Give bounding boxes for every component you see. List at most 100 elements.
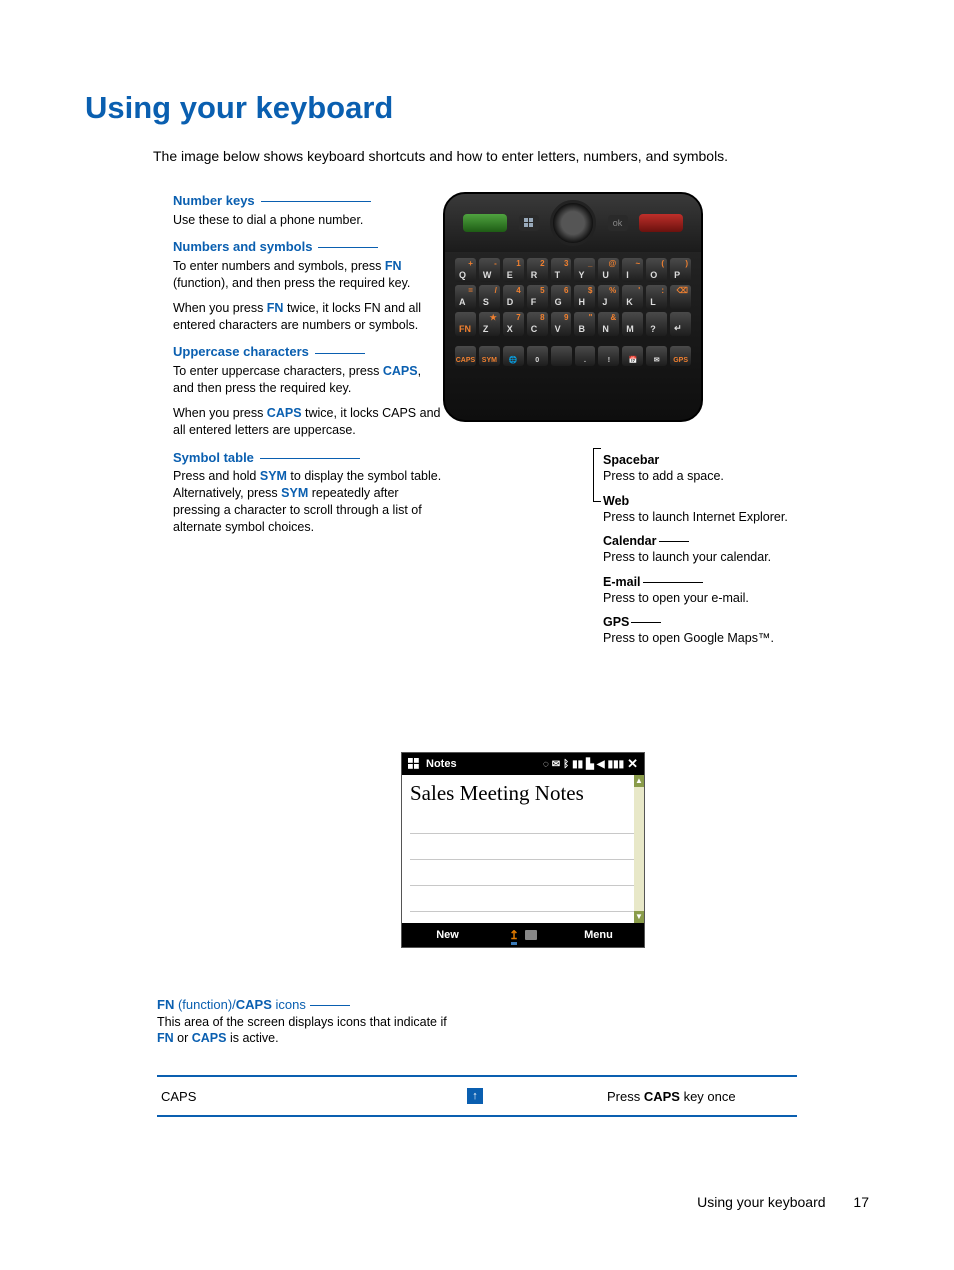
keyboard-diagram: Number keys Use these to dial a phone nu… xyxy=(173,192,869,712)
callout-body: When you press CAPS twice, it locks CAPS… xyxy=(173,405,443,439)
phone-key: 1E xyxy=(503,258,524,282)
callout-body: To enter uppercase characters, press CAP… xyxy=(173,363,443,397)
page-footer: Using your keyboard 17 xyxy=(697,1194,869,1210)
phone-key: 0 xyxy=(527,346,548,366)
end-key xyxy=(639,214,683,232)
call-key xyxy=(463,214,507,232)
callout-title: Number keys xyxy=(173,193,255,208)
signal-icon: ▮▮ xyxy=(572,759,583,770)
phone-key: 6G xyxy=(551,285,572,309)
footer-section: Using your keyboard xyxy=(697,1194,825,1210)
phone-illustration: ok +Q-W1E2R3T_Y@U~I(O)P=A/S4D5F6G$H%J'K:… xyxy=(443,192,703,422)
notes-document-title: Sales Meeting Notes xyxy=(402,775,644,808)
nav-pad xyxy=(550,200,596,246)
note-line xyxy=(410,808,636,834)
callout-symbol-table: Symbol table Press and hold SYM to displ… xyxy=(173,449,443,536)
phone-key: )P xyxy=(670,258,691,282)
callout-email: E-mail Press to open your e-mail. xyxy=(603,574,823,607)
phone-key: 🌐 xyxy=(503,346,524,366)
phone-key: 3T xyxy=(551,258,572,282)
phone-key: 9V xyxy=(551,312,572,336)
callout-gps: GPS Press to open Google Maps™. xyxy=(603,614,823,647)
note-line xyxy=(410,834,636,860)
phone-key: +Q xyxy=(455,258,476,282)
notes-titlebar: Notes ◌ ✉ ᛒ ▮▮ ▙ ◀ ▮▮▮ ✕ xyxy=(402,753,644,775)
phone-key: ! xyxy=(598,346,619,366)
close-icon: ✕ xyxy=(627,756,638,772)
callout-body: Press to launch Internet Explorer. xyxy=(603,509,823,525)
phone-key: ~I xyxy=(622,258,643,282)
softkey-menu[interactable]: Menu xyxy=(553,929,644,941)
phone-key: FN xyxy=(455,312,476,336)
callout-body: Press to open Google Maps™. xyxy=(603,630,823,646)
callout-fn-caps-icons: FN (function)/CAPS icons This area of th… xyxy=(157,996,457,1047)
notes-app-title: Notes xyxy=(426,758,457,770)
callout-title: Numbers and symbols xyxy=(173,239,312,254)
phone-key: 7X xyxy=(503,312,524,336)
phone-keyboard: +Q-W1E2R3T_Y@U~I(O)P=A/S4D5F6G$H%J'K:L⌫F… xyxy=(445,252,701,346)
bluetooth-icon: ᛒ xyxy=(563,759,569,770)
phone-key: . xyxy=(575,346,596,366)
phone-key: 4D xyxy=(503,285,524,309)
phone-key: ↵ xyxy=(670,312,691,336)
phone-key: ⌫ xyxy=(670,285,691,309)
phone-key: @U xyxy=(598,258,619,282)
windows-icon xyxy=(408,758,420,770)
callout-numbers-symbols: Numbers and symbols To enter numbers and… xyxy=(173,238,443,333)
voicemail-icon: ◌ xyxy=(543,759,549,770)
scroll-up-icon[interactable]: ▲ xyxy=(634,775,644,787)
phone-key: "B xyxy=(574,312,595,336)
phone-key: GPS xyxy=(670,346,691,366)
callout-number-keys: Number keys Use these to dial a phone nu… xyxy=(173,192,443,228)
caps-label: CAPS xyxy=(157,1089,467,1104)
phone-key: 'K xyxy=(622,285,643,309)
phone-key: =A xyxy=(455,285,476,309)
caps-table-row: CAPS ↑ Press CAPS key once xyxy=(157,1075,797,1117)
phone-key: SYM xyxy=(479,346,500,366)
scroll-down-icon[interactable]: ▼ xyxy=(634,911,644,923)
keyboard-icon[interactable] xyxy=(525,930,537,940)
callout-title: Uppercase characters xyxy=(173,344,309,359)
phone-key: 5F xyxy=(527,285,548,309)
notes-app-figure: Notes ◌ ✉ ᛒ ▮▮ ▙ ◀ ▮▮▮ ✕ Sales Meeting N… xyxy=(401,752,645,948)
page-heading: Using your keyboard xyxy=(85,90,869,126)
callout-title: Symbol table xyxy=(173,450,254,465)
phone-key: :L xyxy=(646,285,667,309)
phone-key: %J xyxy=(598,285,619,309)
phone-key: 2R xyxy=(527,258,548,282)
phone-key: ✉ xyxy=(646,346,667,366)
leader-line xyxy=(593,448,601,502)
phone-key: 📅 xyxy=(622,346,643,366)
phone-key xyxy=(551,346,572,366)
callout-body: To enter numbers and symbols, press FN (… xyxy=(173,258,443,292)
caps-description: Press CAPS key once xyxy=(607,1089,797,1104)
phone-key: 8C xyxy=(527,312,548,336)
callout-body: When you press FN twice, it locks FN and… xyxy=(173,300,443,334)
callout-uppercase: Uppercase characters To enter uppercase … xyxy=(173,343,443,438)
callout-calendar: Calendar Press to launch your calendar. xyxy=(603,533,823,566)
volume-icon: ◀ xyxy=(597,759,605,770)
phone-key: _Y xyxy=(574,258,595,282)
callout-body: Press to launch your calendar. xyxy=(603,549,823,565)
softkey-new[interactable]: New xyxy=(402,929,493,941)
windows-key xyxy=(519,215,539,231)
phone-key: &N xyxy=(598,312,619,336)
callout-body: Press and hold SYM to display the symbol… xyxy=(173,468,443,536)
note-line xyxy=(410,886,636,912)
phone-key: ★Z xyxy=(479,312,500,336)
callout-web: Web Press to launch Internet Explorer. xyxy=(603,493,823,526)
scrollbar[interactable]: ▲ ▼ xyxy=(634,775,644,923)
callout-body: Press to add a space. xyxy=(603,468,823,484)
battery-icon: ▮▮▮ xyxy=(608,759,625,770)
callout-body: This area of the screen displays icons t… xyxy=(157,1014,457,1048)
mail-icon: ✉ xyxy=(552,759,560,770)
phone-key: (O xyxy=(646,258,667,282)
phone-key: -W xyxy=(479,258,500,282)
phone-key: CAPS xyxy=(455,346,476,366)
callout-spacebar: Spacebar Press to add a space. xyxy=(603,452,823,485)
callout-body: Use these to dial a phone number. xyxy=(173,212,443,229)
phone-key: M xyxy=(622,312,643,336)
ok-key: ok xyxy=(608,215,628,231)
phone-key: /S xyxy=(479,285,500,309)
phone-key: ? xyxy=(646,312,667,336)
